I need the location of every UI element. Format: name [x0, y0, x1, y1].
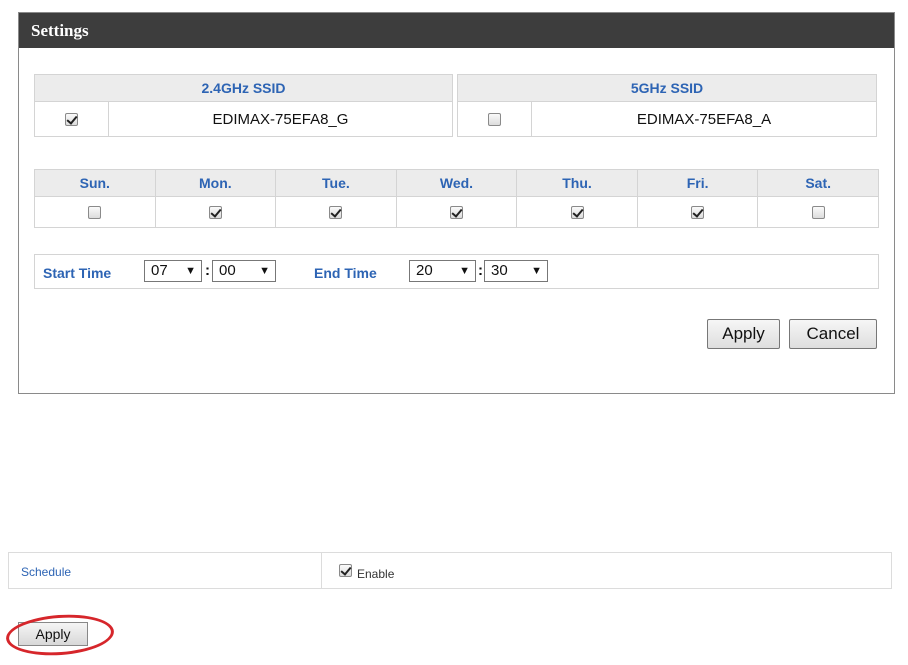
- ssid-5-checkbox[interactable]: [488, 113, 501, 127]
- day-checkbox-mon[interactable]: [208, 206, 222, 220]
- day-checkbox-fri[interactable]: [691, 206, 705, 220]
- start-minute-select[interactable]: 00 ▼: [212, 260, 276, 282]
- end-hour-select[interactable]: 20 ▼: [409, 260, 476, 282]
- ssid-24-table: 2.4GHz SSID EDIMAX-75EFA8_G: [34, 74, 453, 137]
- day-label-thu: Thu.: [516, 169, 638, 197]
- cancel-button[interactable]: Cancel: [789, 319, 877, 349]
- dropdown-arrow-icon: ▼: [459, 265, 470, 277]
- day-label-sun: Sun.: [34, 169, 156, 197]
- schedule-enable-checkbox[interactable]: [339, 564, 352, 577]
- end-minute-select[interactable]: 30 ▼: [484, 260, 548, 282]
- ssid-24-name: EDIMAX-75EFA8_G: [108, 101, 453, 137]
- schedule-apply-button[interactable]: Apply: [18, 622, 88, 646]
- time-separator: :: [478, 262, 483, 279]
- schedule-row: Schedule Enable: [8, 552, 892, 589]
- day-label-wed: Wed.: [395, 169, 518, 197]
- day-label-fri: Fri.: [636, 169, 759, 197]
- day-label-tue: Tue.: [275, 169, 397, 197]
- schedule-label: Schedule: [21, 565, 72, 579]
- day-label-sat: Sat.: [757, 169, 879, 197]
- schedule-enable-label: Enable: [357, 567, 395, 581]
- dropdown-arrow-icon: ▼: [185, 265, 196, 277]
- ssid-5-name: EDIMAX-75EFA8_A: [531, 101, 877, 137]
- ssid-5-table: 5GHz SSID EDIMAX-75EFA8_A: [457, 74, 877, 137]
- dropdown-arrow-icon: ▼: [259, 265, 270, 277]
- panel-title: Settings: [19, 13, 894, 48]
- apply-button[interactable]: Apply: [707, 319, 780, 349]
- ssid-5-header: 5GHz SSID: [457, 74, 877, 102]
- day-label-mon: Mon.: [154, 169, 277, 197]
- day-checkbox-sat[interactable]: [811, 206, 825, 220]
- ssid-24-header: 2.4GHz SSID: [34, 74, 453, 102]
- time-row: Start Time 07 ▼ : 00 ▼ End Time 20 ▼ : 3…: [34, 254, 879, 289]
- end-time-label: End Time: [314, 265, 377, 281]
- day-checkbox-sun[interactable]: [88, 206, 102, 220]
- dropdown-arrow-icon: ▼: [531, 265, 542, 277]
- time-separator: :: [205, 262, 210, 279]
- day-checkbox-thu[interactable]: [570, 206, 584, 220]
- day-checkbox-tue[interactable]: [329, 206, 343, 220]
- days-table: Sun. Mon. Tue. Wed. Thu. Fri. Sat.: [34, 169, 879, 228]
- settings-panel: Settings 2.4GHz SSID EDIMAX-75EFA8_G 5GH…: [18, 12, 895, 394]
- day-checkbox-wed[interactable]: [449, 206, 463, 220]
- start-time-label: Start Time: [43, 265, 112, 281]
- ssid-24-checkbox[interactable]: [65, 113, 78, 127]
- row-divider: [321, 553, 322, 588]
- start-hour-select[interactable]: 07 ▼: [144, 260, 202, 282]
